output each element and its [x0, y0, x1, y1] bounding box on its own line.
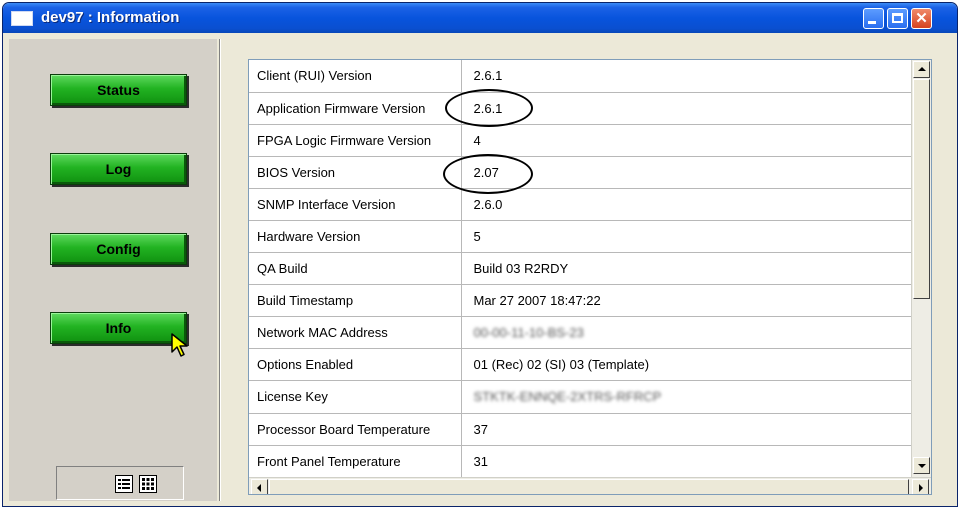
up-arrow-icon	[918, 67, 926, 71]
status-button[interactable]: Status	[50, 74, 187, 106]
table-row[interactable]: BIOS Version 2.07	[249, 156, 911, 189]
maximize-icon	[892, 13, 903, 23]
table-row[interactable]: Application Firmware Version 2.6.1	[249, 92, 911, 125]
row-key: Hardware Version	[249, 220, 462, 254]
row-value: 2.6.1	[461, 92, 911, 125]
table-row[interactable]: Build Timestamp Mar 27 2007 18:47:22	[249, 284, 911, 318]
table-row[interactable]: Client (RUI) Version 2.6.1	[249, 60, 911, 93]
row-value: 00-00-11-10-BS-23	[461, 316, 911, 350]
row-value: 4	[461, 124, 911, 157]
row-value: 2.07	[461, 156, 911, 189]
table-row[interactable]: Processor Board Temperature 37	[249, 413, 911, 446]
list-view-glyph	[118, 479, 130, 489]
scroll-right-button[interactable]	[912, 479, 929, 494]
window-title: dev97 : Information	[41, 9, 180, 26]
vertical-scrollbar[interactable]	[911, 60, 931, 477]
row-key: Network MAC Address	[249, 316, 462, 350]
row-key: SNMP Interface Version	[249, 188, 462, 221]
mouse-cursor-icon	[171, 333, 188, 357]
row-key: License Key	[249, 380, 462, 414]
nav-panel	[9, 39, 217, 501]
row-value: 31	[461, 445, 911, 478]
panel-divider	[219, 39, 221, 501]
right-arrow-icon	[919, 484, 923, 492]
close-button[interactable]: ✕	[911, 8, 932, 29]
info-button[interactable]: Info	[50, 312, 187, 344]
table-row[interactable]: FPGA Logic Firmware Version 4	[249, 124, 911, 157]
row-value: STKTK-ENNQE-2XTRS-RFRCP	[461, 380, 911, 414]
down-arrow-icon	[918, 464, 926, 468]
view-mode-box	[56, 466, 184, 500]
row-value: Build 03 R2RDY	[461, 252, 911, 286]
table-row[interactable]: QA Build Build 03 R2RDY	[249, 252, 911, 286]
scroll-up-button[interactable]	[913, 61, 930, 78]
table-row[interactable]: Hardware Version 5	[249, 220, 911, 254]
table-row[interactable]: License Key STKTK-ENNQE-2XTRS-RFRCP	[249, 380, 911, 414]
table-row[interactable]: Network MAC Address 00-00-11-10-BS-23	[249, 316, 911, 350]
horizontal-scroll-thumb[interactable]	[269, 479, 909, 494]
minimize-button[interactable]	[863, 8, 884, 29]
row-value: 2.6.0	[461, 188, 911, 221]
table-row[interactable]: Options Enabled 01 (Rec) 02 (SI) 03 (Temp…	[249, 348, 911, 382]
row-key: Client (RUI) Version	[249, 60, 462, 93]
row-key: Front Panel Temperature	[249, 445, 462, 478]
row-key: QA Build	[249, 252, 462, 286]
vertical-scroll-thumb[interactable]	[913, 79, 930, 299]
row-value: 5	[461, 220, 911, 254]
minimize-icon	[868, 21, 876, 24]
info-table: Client (RUI) Version 2.6.1 Application Fi…	[249, 60, 911, 478]
title-bar[interactable]: dev97 : Information ✕	[3, 3, 957, 33]
grid-view-glyph	[142, 478, 154, 490]
maximize-button[interactable]	[887, 8, 908, 29]
row-key: BIOS Version	[249, 156, 462, 189]
info-window: dev97 : Information ✕ Status Log Config …	[2, 2, 958, 507]
row-key: Options Enabled	[249, 348, 462, 382]
grid-view-icon[interactable]	[139, 475, 157, 493]
row-value: 37	[461, 413, 911, 446]
table-row[interactable]: SNMP Interface Version 2.6.0	[249, 188, 911, 221]
scroll-left-button[interactable]	[251, 479, 268, 494]
table-row[interactable]: Front Panel Temperature 31	[249, 445, 911, 478]
list-view-icon[interactable]	[115, 475, 133, 493]
horizontal-scrollbar[interactable]	[249, 477, 931, 494]
log-button[interactable]: Log	[50, 153, 187, 185]
row-key: Application Firmware Version	[249, 92, 462, 125]
close-icon: ✕	[915, 10, 928, 27]
row-key: FPGA Logic Firmware Version	[249, 124, 462, 157]
config-button[interactable]: Config	[50, 233, 187, 265]
row-key: Build Timestamp	[249, 284, 462, 318]
row-value: 01 (Rec) 02 (SI) 03 (Template)	[461, 348, 911, 382]
row-key: Processor Board Temperature	[249, 413, 462, 446]
left-arrow-icon	[257, 484, 261, 492]
row-value: 2.6.1	[461, 60, 911, 93]
window-icon	[11, 11, 33, 26]
scroll-down-button[interactable]	[913, 457, 930, 474]
info-table-panel[interactable]: Client (RUI) Version 2.6.1 Application Fi…	[248, 59, 932, 495]
row-value: Mar 27 2007 18:47:22	[461, 284, 911, 318]
